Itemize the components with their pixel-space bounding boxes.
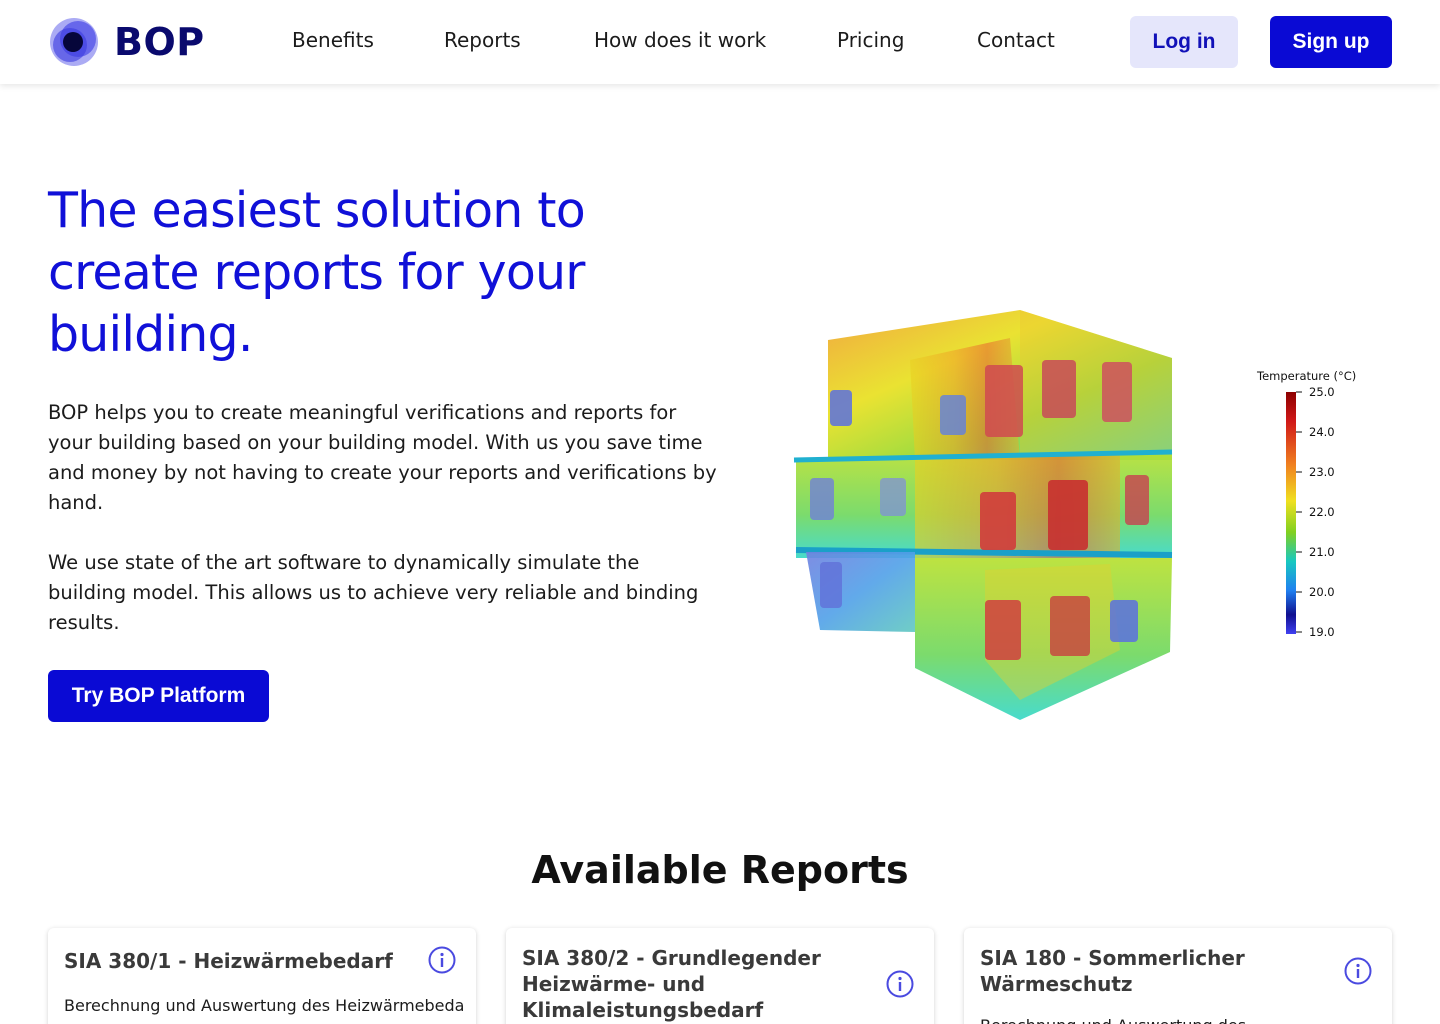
legend-tick: 20.0 xyxy=(1309,585,1335,599)
legend-tick: 19.0 xyxy=(1309,625,1335,639)
report-card-sia-180[interactable]: SIA 180 - Sommerlicher Wärmeschutz Berec… xyxy=(964,928,1392,1024)
report-card-sia-380-2[interactable]: SIA 380/2 - Grundlegender Heizwärme- und… xyxy=(506,928,934,1024)
hero-paragraph-1: BOP helps you to create meaningful verif… xyxy=(48,401,717,514)
report-card-title: SIA 380/1 - Heizwärmebedarf xyxy=(64,949,393,973)
info-icon[interactable] xyxy=(428,946,456,974)
report-card-title: SIA 180 - Sommerlicher Wärmeschutz xyxy=(980,946,1245,996)
legend-tick: 22.0 xyxy=(1309,505,1335,519)
hero-title-line-3: building. xyxy=(48,306,253,363)
nav-contact[interactable]: Contact xyxy=(977,28,1055,52)
login-button[interactable]: Log in xyxy=(1130,16,1238,68)
report-card-title: SIA 380/2 - Grundlegender Heizwärme- und… xyxy=(522,946,821,1022)
hero-title-line-2: create reports for your xyxy=(48,244,585,301)
legend-tick: 24.0 xyxy=(1309,425,1335,439)
building-temperature-visualization: Temperature (°C) 25.0 24.0 23.0 22.0 21.… xyxy=(780,300,1390,730)
legend-tick: 21.0 xyxy=(1309,545,1335,559)
report-card-description: Berechnung und Auswertung des Heizwärmeb… xyxy=(64,996,464,1015)
signup-button[interactable]: Sign up xyxy=(1270,16,1392,68)
site-header: BOP Benefits Reports How does it work Pr… xyxy=(0,0,1440,84)
legend-colorbar xyxy=(1286,392,1296,634)
legend-title: Temperature (°C) xyxy=(1256,369,1356,383)
try-platform-button[interactable]: Try BOP Platform xyxy=(48,670,269,722)
info-icon[interactable] xyxy=(1344,957,1372,985)
nav-pricing[interactable]: Pricing xyxy=(837,28,904,52)
legend-tick: 25.0 xyxy=(1309,385,1335,399)
report-card-sia-380-1[interactable]: SIA 380/1 - Heizwärmebedarf Berechnung u… xyxy=(48,928,476,1024)
hero-paragraph-2: We use state of the art software to dyna… xyxy=(48,551,699,634)
nav-reports[interactable]: Reports xyxy=(444,28,521,52)
building-render: Temperature (°C) 25.0 24.0 23.0 22.0 21.… xyxy=(793,310,1356,720)
nav-benefits[interactable]: Benefits xyxy=(292,28,374,52)
legend-tick: 23.0 xyxy=(1309,465,1335,479)
hero-title-line-1: The easiest solution to xyxy=(48,182,586,239)
nav-how-it-works[interactable]: How does it work xyxy=(594,28,766,52)
hero-title: The easiest solution to create reports f… xyxy=(48,180,668,366)
report-card-description: Berechnung und Auswertung des xyxy=(980,1016,1380,1024)
info-icon[interactable] xyxy=(886,970,914,998)
available-reports-title: Available Reports xyxy=(531,848,909,892)
